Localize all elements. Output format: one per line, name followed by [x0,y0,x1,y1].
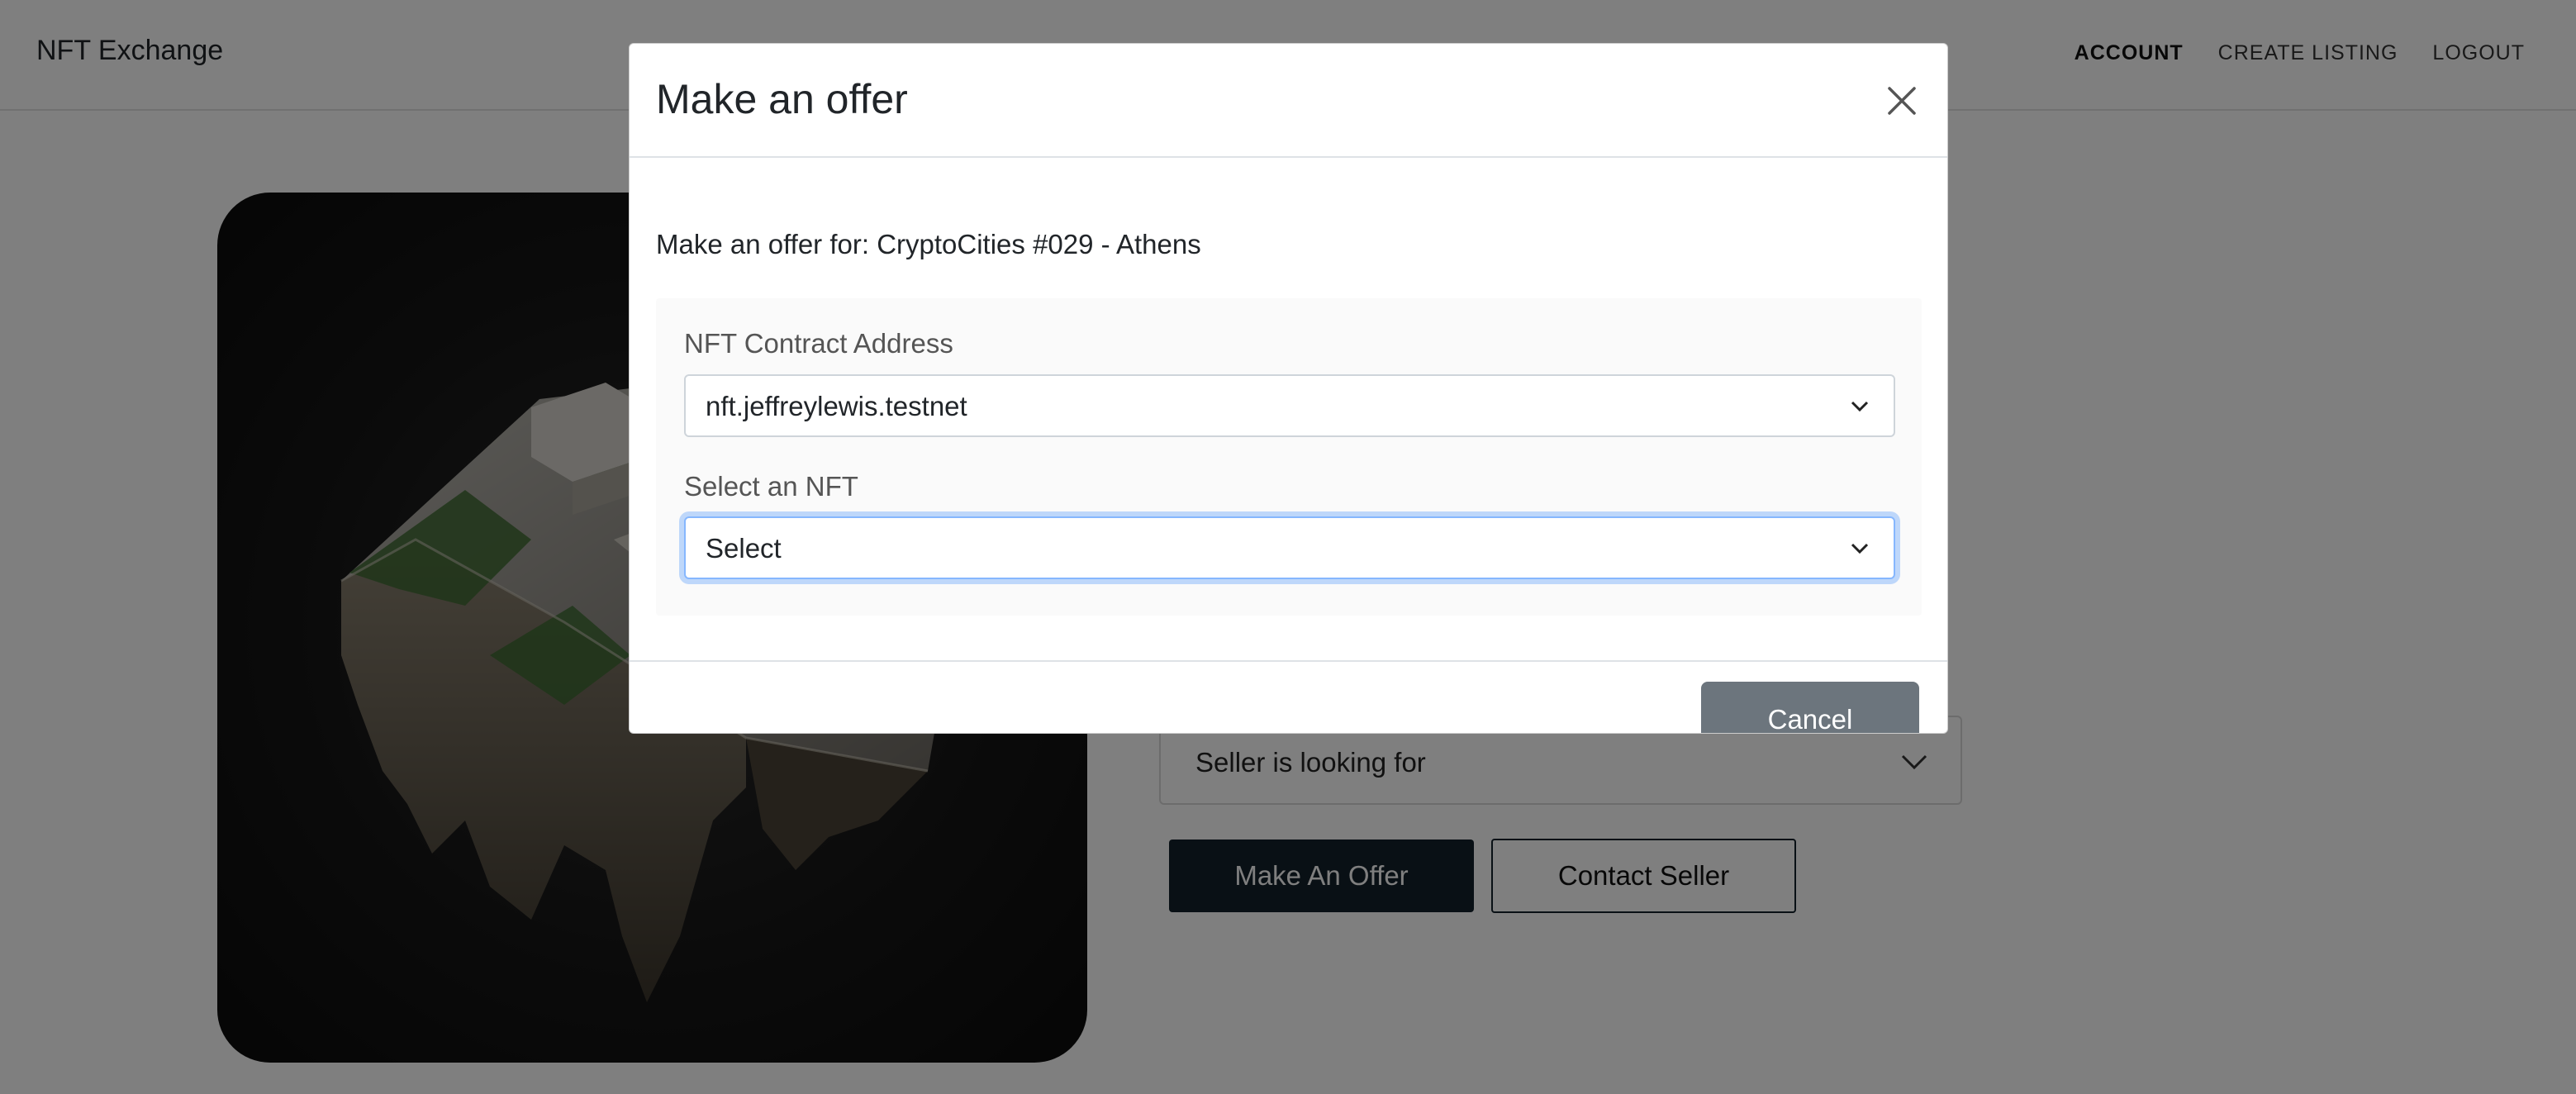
page: NFT Exchange ACCOUNT CREATE LISTING LOGO… [0,0,2576,1094]
cancel-button[interactable]: Cancel [1701,682,1919,733]
modal-footer: Cancel [630,660,1947,733]
contract-address-value: nft.jeffreylewis.testnet [706,391,967,421]
make-offer-modal: Make an offer Make an offer for: CryptoC… [629,43,1948,734]
modal-header: Make an offer [630,44,1947,158]
contract-address-label: NFT Contract Address [684,328,953,359]
offer-for-text: Make an offer for: CryptoCities #029 - A… [656,229,1201,259]
close-icon[interactable] [1881,80,1922,121]
chevron-down-icon [1851,401,1869,412]
offer-form: NFT Contract Address nft.jeffreylewis.te… [656,298,1922,616]
contract-address-select[interactable]: nft.jeffreylewis.testnet [684,374,1895,437]
chevron-down-icon [1851,543,1869,554]
select-nft-value: Select [706,533,782,564]
modal-body: Make an offer for: CryptoCities #029 - A… [630,158,1947,660]
select-nft-label: Select an NFT [684,471,858,502]
modal-title: Make an offer [656,76,908,122]
select-nft-select[interactable]: Select [684,516,1895,579]
